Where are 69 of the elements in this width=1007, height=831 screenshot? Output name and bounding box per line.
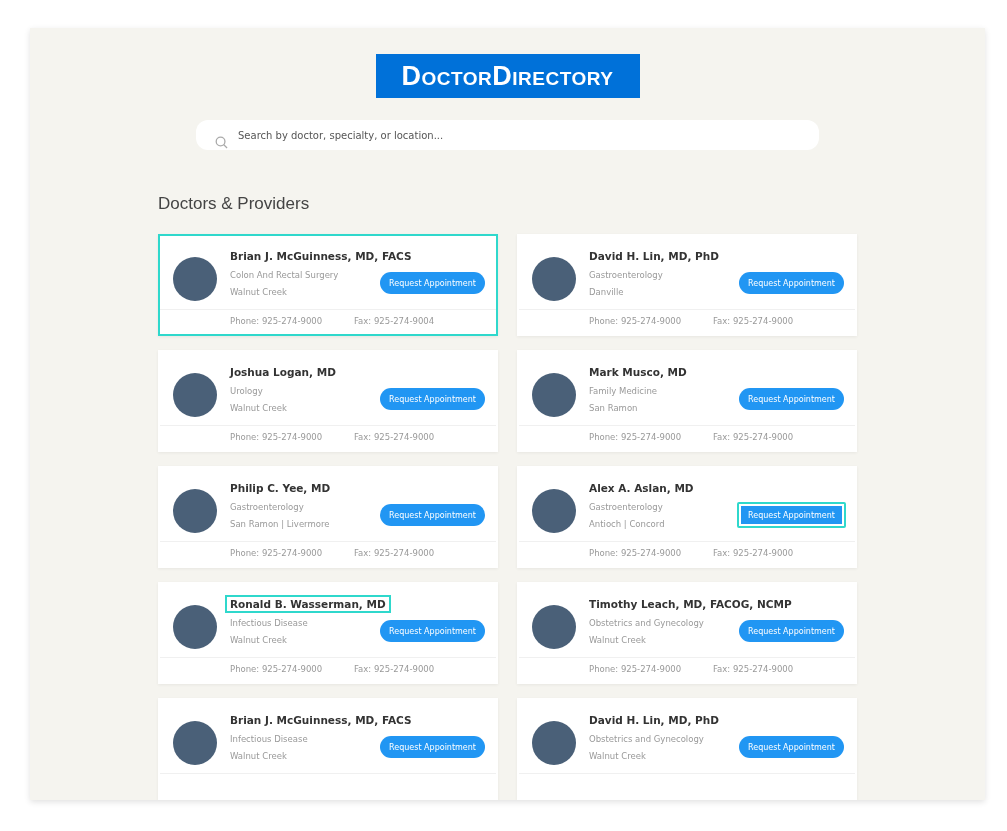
phone-number: Phone: 925-274-9000 [589,432,683,442]
doctor-location: Walnut Creek [230,750,288,763]
doctor-specialty: Gastroenterology [589,501,664,514]
doctor-location: San Ramon | Livermore [230,518,331,531]
doctor-location: Walnut Creek [230,402,288,415]
avatar-photo-placeholder [173,489,217,533]
doctor-name: David H. Lin, MD, PhD [588,713,720,727]
doctor-location: Walnut Creek [589,634,647,647]
doctor-specialty: Obstetrics and Gynecology [589,733,705,746]
logo: DoctorDirectory [375,54,640,98]
doctor-specialty: Urology [230,385,264,398]
doctor-specialty: Infectious Disease [230,733,309,746]
avatar-photo-placeholder [532,257,576,301]
fax-number: Fax: 925-274-9000 [713,548,795,558]
doctor-location: Walnut Creek [230,286,288,299]
doctor-name: Ronald B. Wasserman, MD [227,597,389,611]
doctor-location: San Ramon [589,402,639,415]
request-appointment-button[interactable]: Request Appointment [737,618,846,644]
avatar-photo-placeholder [173,605,217,649]
request-appointment-button[interactable]: Request Appointment [737,386,846,412]
doctor-name: Timothy Leach, MD, FACOG, NCMP [588,597,793,611]
request-appointment-button[interactable]: Request Appointment [378,734,487,760]
avatar-photo-placeholder [173,373,217,417]
doctor-name: David H. Lin, MD, PhD [588,249,720,263]
search-field[interactable]: Search by doctor, specialty, or location... [196,120,819,150]
phone-number: Phone: 925-274-9000 [230,664,324,674]
doctor-location: Walnut Creek [589,750,647,763]
doctor-specialty: Colon And Rectal Surgery [230,269,340,282]
avatar-photo-placeholder [532,489,576,533]
doctor-specialty: Obstetrics and Gynecology [589,617,705,630]
doctor-name: Mark Musco, MD [588,365,688,379]
request-appointment-button[interactable]: Request Appointment [737,502,846,528]
phone-number: Phone: 925-274-9000 [230,432,324,442]
fax-number: Fax: 925-274-9000 [354,548,436,558]
doctor-location: Walnut Creek [230,634,288,647]
doctor-specialty: Gastroenterology [589,269,664,282]
doctor-specialty: Gastroenterology [230,501,305,514]
fax-number: Fax: 925-274-9000 [354,664,436,674]
request-appointment-button[interactable]: Request Appointment [378,386,487,412]
request-appointment-button[interactable]: Request Appointment [378,502,487,528]
request-appointment-button[interactable]: Request Appointment [378,618,487,644]
avatar-photo-placeholder [173,721,217,765]
doctor-specialty: Family Medicine [589,385,659,398]
doctor-name: Philip C. Yee, MD [229,481,332,495]
doctor-name: Joshua Logan, MD [228,365,337,379]
doctor-specialty: Infectious Disease [230,617,309,630]
fax-number: Fax: 925-274-9000 [354,432,436,442]
avatar-photo-placeholder [173,257,217,301]
phone-number: Phone: 925-274-9000 [230,316,324,326]
section-heading: Doctors & Providers [158,194,311,214]
fax-number: Fax: 925-274-9000 [713,664,795,674]
doctor-location: Danville [589,286,625,299]
fax-number: Fax: 925-274-9004 [354,316,436,326]
doctor-name: Brian J. McGuinness, MD, FACS [229,249,413,263]
doctor-name: Brian J. McGuinness, MD, FACS [229,713,413,727]
doctor-location: Antioch | Concord [589,518,666,531]
doctor-name: Alex A. Aslan, MD [588,481,695,495]
phone-number: Phone: 925-274-9000 [230,548,324,558]
phone-number: Phone: 925-274-9000 [589,316,683,326]
phone-number: Phone: 925-274-9000 [589,664,683,674]
request-appointment-button[interactable]: Request Appointment [378,270,487,296]
avatar-photo-placeholder [532,605,576,649]
fax-number: Fax: 925-274-9000 [713,432,795,442]
avatar-photo-placeholder [532,721,576,765]
phone-number: Phone: 925-274-9000 [589,548,683,558]
fax-number: Fax: 925-274-9000 [713,316,795,326]
request-appointment-button[interactable]: Request Appointment [737,270,846,296]
avatar-photo-placeholder [532,373,576,417]
request-appointment-button[interactable]: Request Appointment [737,734,846,760]
